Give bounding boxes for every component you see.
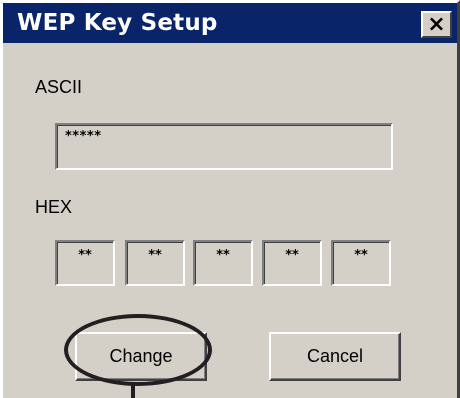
hex-label: HEX	[35, 197, 73, 217]
cancel-button[interactable]: Cancel	[269, 332, 401, 381]
ascii-key-value: *****	[65, 129, 102, 144]
ascii-key-field[interactable]: *****	[55, 123, 393, 170]
hex-key-field-5[interactable]: **	[331, 240, 391, 286]
change-button-callout-ellipse	[64, 314, 212, 386]
hex-key-value-5: **	[354, 248, 368, 263]
hex-key-field-1[interactable]: **	[55, 240, 115, 286]
hex-key-field-3[interactable]: **	[193, 240, 253, 286]
close-button[interactable]: ×	[421, 11, 452, 38]
cancel-button-label: Cancel	[306, 346, 364, 366]
ascii-label: ASCII	[35, 77, 83, 97]
hex-key-value-2: **	[148, 248, 162, 263]
hex-key-value-4: **	[285, 248, 299, 263]
callout-pointer-line	[131, 384, 135, 398]
title-bar: WEP Key Setup ×	[3, 3, 457, 43]
hex-key-value-1: **	[78, 248, 92, 263]
hex-key-field-4[interactable]: **	[262, 240, 322, 286]
window-title: WEP Key Setup	[17, 10, 218, 36]
close-icon: ×	[427, 11, 446, 37]
hex-key-value-3: **	[216, 248, 230, 263]
hex-key-field-2[interactable]: **	[125, 240, 185, 286]
